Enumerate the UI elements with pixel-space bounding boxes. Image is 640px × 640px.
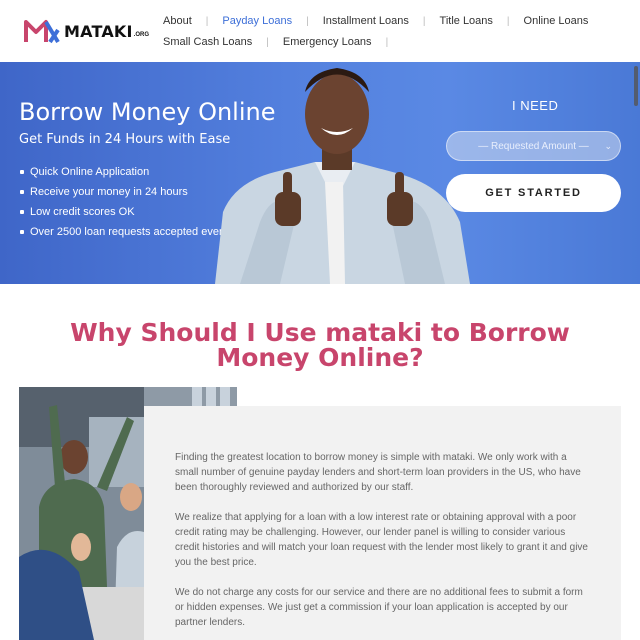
nav-separator: | [506,15,510,27]
i-need-label: I NEED [512,98,559,113]
nav-installment-loans[interactable]: Installment Loans [323,15,409,27]
requested-amount-placeholder: — Requested Amount — [478,140,589,152]
get-started-button[interactable]: GET STARTED [446,174,621,212]
nav-separator: | [422,15,426,27]
why-section-body: Finding the greatest location to borrow … [175,450,590,640]
logo-suffix: .ORG [133,32,150,38]
nav-payday-loans[interactable]: Payday Loans [222,15,292,27]
nav-about[interactable]: About [163,15,192,27]
nav-separator: | [205,15,209,27]
nav-row-1: About | Payday Loans | Installment Loans… [163,11,638,31]
chevron-down-icon: ⌄ [604,141,612,151]
site-header: MATAKI .ORG About | Payday Loans | Insta… [0,0,640,62]
logo-m-icon [24,20,60,44]
celebrating-team-image [19,387,144,640]
site-logo[interactable]: MATAKI .ORG [24,17,154,45]
office-window-image [140,387,237,406]
hero-subtitle: Get Funds in 24 Hours with Ease [19,132,231,147]
why-section-title: Why Should I Use mataki to Borrow Money … [70,318,570,372]
nav-separator: | [306,15,309,27]
body-paragraph: We realize that applying for a loan with… [175,512,588,568]
main-nav: About | Payday Loans | Installment Loans… [163,11,638,52]
page-scrollbar-thumb[interactable] [634,66,638,106]
hero-person-thumbs-up-image [215,68,470,284]
nav-separator: | [266,36,269,48]
logo-wordmark: MATAKI [64,21,133,41]
nav-emergency-loans[interactable]: Emergency Loans [283,36,372,48]
nav-separator: | [385,36,389,48]
requested-amount-select[interactable]: — Requested Amount — ⌄ [446,131,621,161]
nav-title-loans[interactable]: Title Loans [440,15,493,27]
nav-row-2: Small Cash Loans | Emergency Loans | [163,32,638,52]
hero-banner: Borrow Money Online Get Funds in 24 Hour… [0,62,640,284]
nav-small-cash-loans[interactable]: Small Cash Loans [163,36,252,48]
body-paragraph: Finding the greatest location to borrow … [175,452,581,493]
body-paragraph: We do not charge any costs for our servi… [175,587,583,628]
nav-online-loans[interactable]: Online Loans [524,15,589,27]
